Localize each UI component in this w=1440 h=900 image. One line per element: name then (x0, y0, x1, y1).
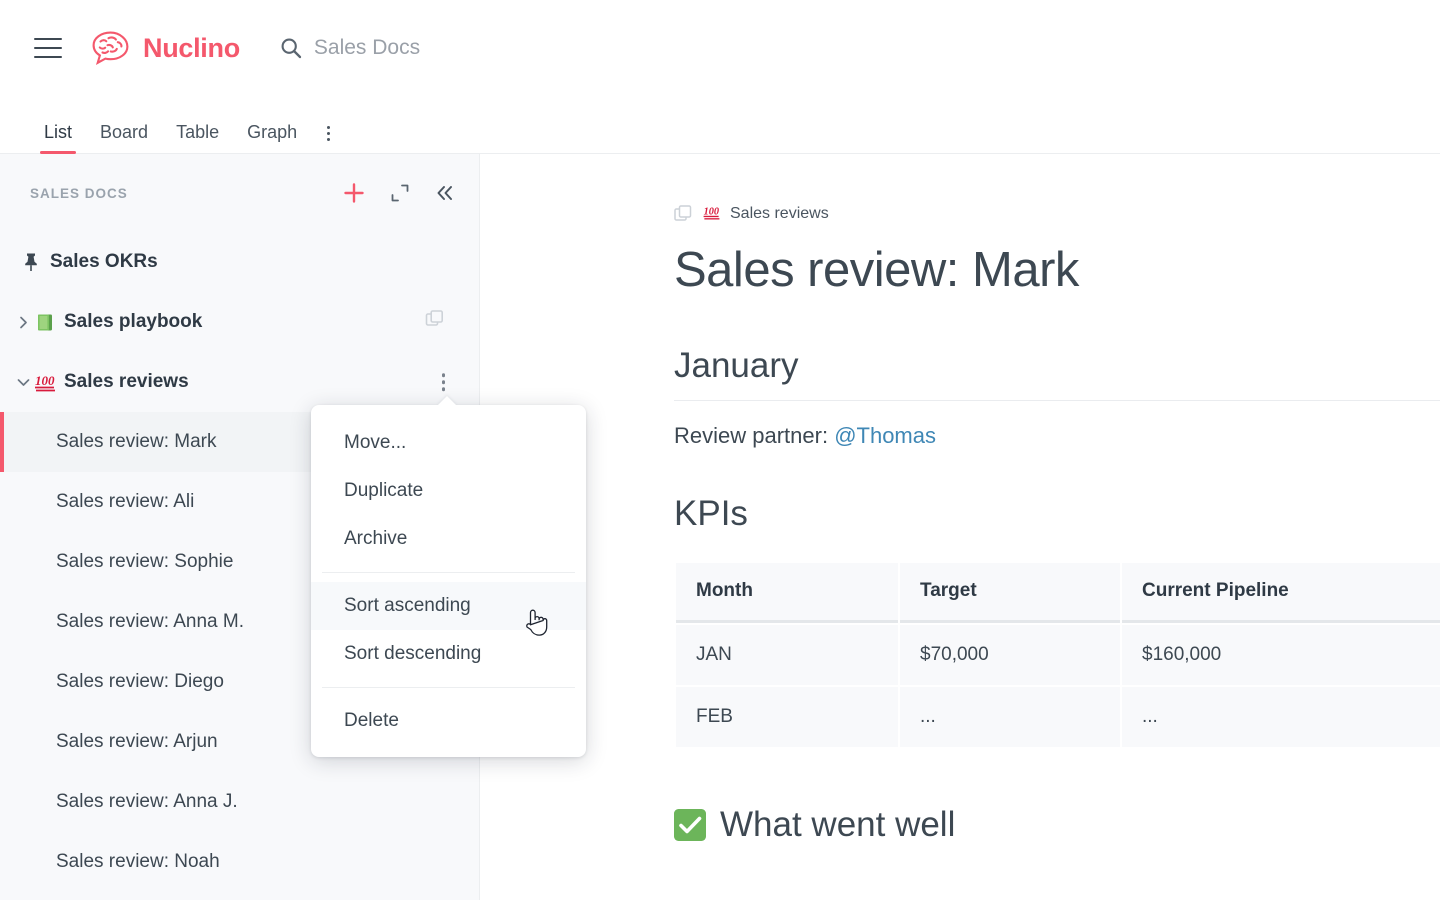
column-header-target[interactable]: Target (900, 562, 1120, 623)
stacked-pages-icon (674, 204, 692, 221)
sidebar-item-sales-playbook[interactable]: Sales playbook (0, 292, 479, 352)
list-item-label: Sales review: Noah (56, 851, 220, 872)
white-check-mark-emoji (674, 808, 706, 841)
search-value: Sales Docs (313, 36, 421, 59)
list-item-label: Sales review: Anna J. (56, 791, 238, 812)
tab-board[interactable]: Board (86, 123, 162, 153)
cell-current-pipeline[interactable]: $160,000 (1122, 624, 1440, 685)
tab-list[interactable]: List (30, 123, 86, 154)
table-row: FEB ... ... (676, 686, 1440, 747)
sidebar-header: SALES DOCS (0, 154, 479, 232)
chevron-right-icon[interactable] (14, 316, 32, 329)
mention-thomas[interactable]: @Thomas (834, 423, 936, 448)
column-header-month[interactable]: Month (676, 562, 898, 623)
hundred-points-emoji: 100 (32, 372, 58, 393)
heading-what-went-well: What went well (674, 805, 1440, 845)
cell-month[interactable]: JAN (676, 624, 898, 685)
context-menu-item-duplicate[interactable]: Duplicate (311, 467, 586, 515)
context-menu-item-archive[interactable]: Archive (311, 515, 586, 563)
sidebar-doc-sales-review-noah[interactable]: Sales review: Noah (0, 832, 479, 892)
context-menu-item-sort-ascending[interactable]: Sort ascending (311, 582, 586, 630)
list-item-label: Sales review: Mark (56, 431, 217, 452)
plus-icon (344, 183, 364, 203)
svg-text:100: 100 (35, 373, 55, 388)
search-input[interactable]: Sales Docs (280, 36, 420, 60)
menu-divider (322, 687, 575, 688)
heading-kpis: KPIs (674, 493, 748, 533)
cell-month[interactable]: FEB (676, 686, 898, 747)
cell-target[interactable]: $70,000 (900, 624, 1120, 685)
document-pane: 100 Sales reviews Sales review: Mark Jan… (481, 154, 1440, 900)
heading-january: January (674, 345, 799, 385)
review-partner-line: Review partner: @Thomas (674, 423, 1440, 449)
add-item-button[interactable] (343, 182, 365, 204)
review-partner-label: Review partner: (674, 422, 835, 448)
chevron-down-icon[interactable] (14, 378, 32, 387)
heading-label: What went well (720, 804, 956, 844)
menu-divider (322, 572, 575, 573)
chevrons-left-icon (437, 186, 452, 200)
page-title: Sales review: Mark (674, 243, 1079, 297)
brand-logo-link[interactable]: Nuclino (90, 31, 240, 65)
more-vertical-icon[interactable] (441, 373, 445, 391)
sidebar-item-label: Sales OKRs (50, 251, 158, 272)
cell-target[interactable]: ... (900, 686, 1120, 747)
sidebar-item-sales-okrs[interactable]: Sales OKRs (0, 232, 479, 292)
collapse-sidebar-button[interactable] (435, 184, 455, 202)
context-menu-item-sort-descending[interactable]: Sort descending (311, 630, 586, 678)
breadcrumb[interactable]: 100 Sales reviews (674, 204, 1440, 224)
list-item-label: Sales review: Diego (56, 671, 224, 692)
context-menu-item-move[interactable]: Move... (311, 419, 586, 467)
hundred-points-emoji: 100 (702, 204, 721, 224)
sidebar-item-label: Sales playbook (64, 311, 203, 332)
expand-button[interactable] (391, 184, 409, 202)
pin-icon (18, 252, 44, 272)
more-vertical-icon[interactable] (311, 126, 344, 153)
list-item-label: Sales review: Anna M. (56, 611, 244, 632)
brain-speech-bubble-icon (92, 31, 129, 65)
view-tab-bar: List Board Table Graph (0, 96, 1440, 154)
tab-table[interactable]: Table (162, 123, 233, 153)
list-item-label: Sales review: Ali (56, 491, 195, 512)
sidebar-title: SALES DOCS (30, 185, 128, 201)
column-header-current-pipeline[interactable]: Current Pipeline (1122, 562, 1440, 623)
expand-icon (391, 184, 409, 202)
top-bar: Nuclino Sales Docs (0, 0, 1440, 96)
context-menu-item-delete[interactable]: Delete (311, 697, 586, 745)
green-book-emoji (32, 312, 58, 333)
heading-rule (674, 399, 1440, 401)
table-row: JAN $70,000 $160,000 (676, 624, 1440, 685)
table-header-row: Month Target Current Pipeline (676, 562, 1440, 623)
sidebar-doc-sales-review-anna-j[interactable]: Sales review: Anna J. (0, 772, 479, 832)
sidebar-item-sales-reviews[interactable]: 100 Sales reviews (0, 352, 479, 412)
cell-current-pipeline[interactable]: ... (1122, 686, 1440, 747)
list-item-label: Sales review: Arjun (56, 731, 218, 752)
breadcrumb-label: Sales reviews (730, 205, 829, 222)
brand-name: Nuclino (143, 32, 240, 63)
search-icon (281, 38, 302, 59)
context-menu: Move... Duplicate Archive Sort ascending… (311, 405, 586, 757)
sidebar-item-label: Sales reviews (64, 371, 189, 392)
duplicate-icon[interactable] (425, 310, 445, 335)
list-item-label: Sales review: Sophie (56, 551, 234, 572)
kpi-table: Month Target Current Pipeline JAN $70,00… (674, 561, 1440, 749)
hamburger-menu-icon[interactable] (34, 38, 62, 58)
tab-graph[interactable]: Graph (233, 123, 311, 153)
